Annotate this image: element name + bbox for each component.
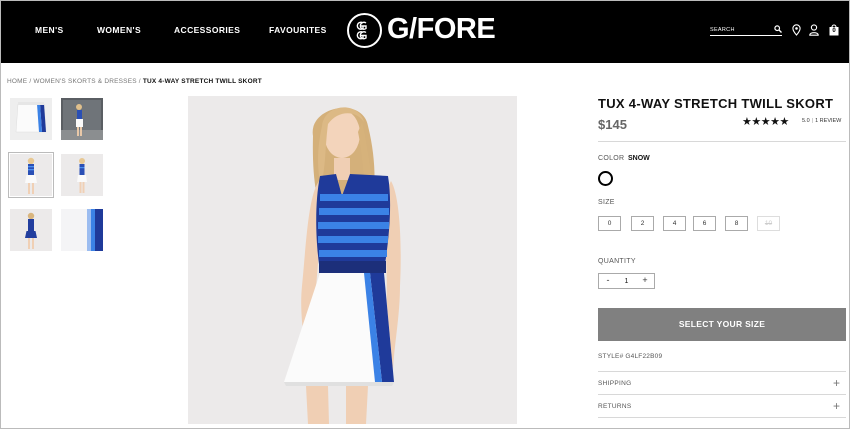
size-option[interactable]: 6 <box>693 216 716 231</box>
site-header: MEN'S WOMEN'S ACCESSORIES FAVOURITES G/F… <box>1 1 849 63</box>
account-icon[interactable] <box>809 24 819 36</box>
shopping-bag-icon[interactable]: 0 <box>829 24 839 36</box>
gfore-logo-icon[interactable] <box>347 13 382 48</box>
thumbnail-model-outdoor[interactable] <box>61 98 103 140</box>
color-value: SNOW <box>628 155 650 162</box>
thumbnail-model-back[interactable] <box>10 209 52 251</box>
expand-plus-icon[interactable]: + <box>833 377 840 389</box>
bag-count-badge: 0 <box>832 28 836 34</box>
quantity-input[interactable] <box>617 275 636 287</box>
rating-value: 5.0 <box>802 118 810 124</box>
expand-plus-icon[interactable]: + <box>833 400 840 412</box>
returns-accordion[interactable]: RETURNS + <box>598 400 846 414</box>
returns-accordion-label: RETURNS <box>598 403 632 410</box>
style-number: STYLE# G4LF22B09 <box>598 353 663 360</box>
search-icon[interactable] <box>774 25 782 33</box>
color-swatch-snow[interactable] <box>598 171 613 186</box>
quantity-label: QUANTITY <box>598 258 636 265</box>
nav-accessories[interactable]: ACCESSORIES <box>174 25 240 35</box>
size-option[interactable]: 4 <box>663 216 686 231</box>
nav-womens[interactable]: WOMEN'S <box>97 25 141 35</box>
search-bar <box>710 25 782 36</box>
breadcrumb-category[interactable]: WOMEN'S SKORTS & DRESSES <box>33 78 136 85</box>
review-count-link[interactable]: 1 REVIEW <box>815 118 841 124</box>
location-pin-icon[interactable] <box>792 24 801 36</box>
divider <box>598 371 846 372</box>
page: MEN'S WOMEN'S ACCESSORIES FAVOURITES G/F… <box>0 0 850 429</box>
quantity-stepper: - + <box>598 273 655 289</box>
thumbnail-model-side[interactable] <box>61 154 103 196</box>
rating-separator: | <box>811 118 814 124</box>
color-label: COLOR <box>598 155 625 162</box>
size-option[interactable]: 8 <box>725 216 748 231</box>
breadcrumb-current: TUX 4-WAY STRETCH TWILL SKORT <box>142 78 262 85</box>
nav-mens[interactable]: MEN'S <box>35 25 64 35</box>
main-product-image[interactable] <box>188 96 517 424</box>
rating-stars[interactable]: ★★★★★ <box>742 115 789 128</box>
size-label: SIZE <box>598 199 615 206</box>
shipping-accordion[interactable]: SHIPPING + <box>598 377 846 391</box>
thumbnail-model-front[interactable] <box>8 152 54 198</box>
divider <box>598 141 846 142</box>
size-option[interactable]: 0 <box>598 216 621 231</box>
breadcrumb: HOME / WOMEN'S SKORTS & DRESSES / TUX 4-… <box>7 78 262 85</box>
divider <box>598 417 846 418</box>
size-option[interactable]: 2 <box>631 216 654 231</box>
product-title: TUX 4-WAY STRETCH TWILL SKORT <box>598 96 834 111</box>
select-size-button[interactable]: SELECT YOUR SIZE <box>598 308 846 341</box>
nav-favourites[interactable]: FAVOURITES <box>269 25 327 35</box>
breadcrumb-home[interactable]: HOME <box>7 78 27 85</box>
thumbnail-skort-front[interactable] <box>10 98 52 140</box>
product-price: $145 <box>598 117 627 132</box>
rating-summary: 5.0 | 1 REVIEW <box>802 118 841 124</box>
quantity-decrease-button[interactable]: - <box>599 274 617 288</box>
search-input[interactable] <box>710 25 772 35</box>
size-option-unavailable[interactable]: 10 <box>757 216 780 231</box>
divider <box>598 394 846 395</box>
logo-wordmark[interactable]: G/FORE <box>387 13 496 46</box>
shipping-accordion-label: SHIPPING <box>598 380 632 387</box>
quantity-increase-button[interactable]: + <box>636 274 654 288</box>
thumbnail-fabric-detail[interactable] <box>61 209 103 251</box>
